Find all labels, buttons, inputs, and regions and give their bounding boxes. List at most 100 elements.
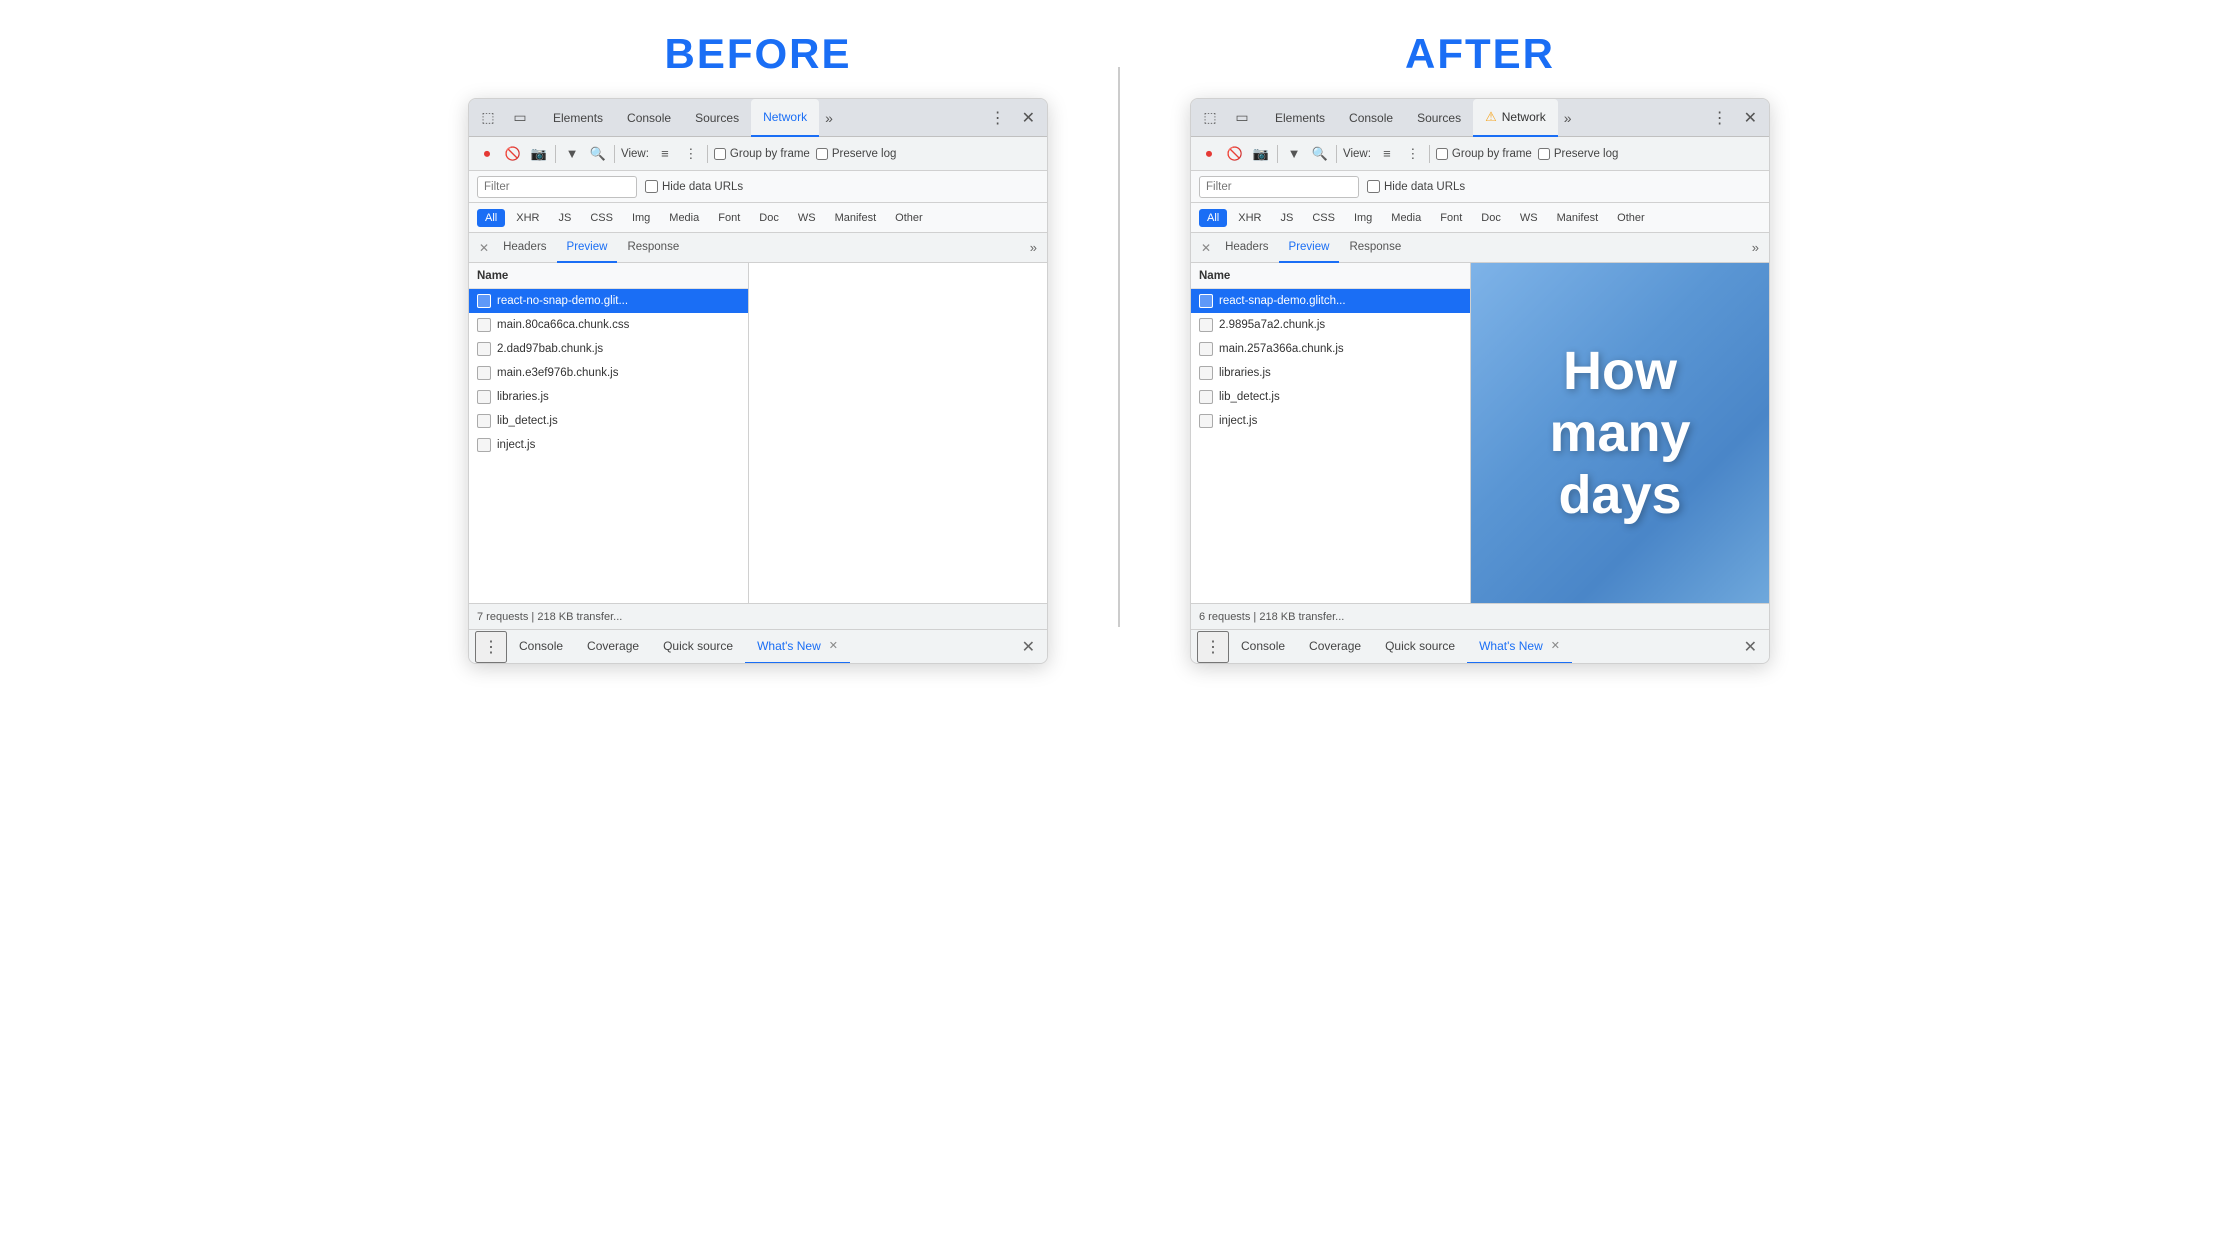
- after-file-item-5[interactable]: inject.js: [1191, 409, 1470, 433]
- after-tab-console[interactable]: Console: [1337, 99, 1405, 137]
- filter-media[interactable]: Media: [661, 209, 707, 227]
- after-hide-data-urls-checkbox[interactable]: [1367, 180, 1380, 193]
- after-device-icon[interactable]: ▭: [1229, 105, 1255, 131]
- filter-xhr[interactable]: XHR: [508, 209, 547, 227]
- file-item-3[interactable]: main.e3ef976b.chunk.js: [469, 361, 748, 385]
- filter-button[interactable]: ▼: [562, 144, 582, 164]
- after-bottom-tab-whats-new[interactable]: What's New ✕: [1467, 630, 1572, 664]
- hide-data-urls-checkbox[interactable]: [645, 180, 658, 193]
- after-filter-ws[interactable]: WS: [1512, 209, 1546, 227]
- bottom-tab-close-x[interactable]: ✕: [829, 639, 838, 652]
- after-tab-elements[interactable]: Elements: [1263, 99, 1337, 137]
- device-icon[interactable]: ▭: [507, 105, 533, 131]
- after-tree-view-btn[interactable]: ⋮: [1403, 144, 1423, 164]
- devtools-bottom-close[interactable]: ✕: [1016, 637, 1041, 657]
- after-filter-manifest[interactable]: Manifest: [1549, 209, 1607, 227]
- record-button[interactable]: ⏺: [477, 144, 497, 164]
- file-item-6[interactable]: inject.js: [469, 433, 748, 457]
- bottom-tab-console[interactable]: Console: [507, 630, 575, 664]
- after-filter-js[interactable]: JS: [1272, 209, 1301, 227]
- tab-headers[interactable]: Headers: [493, 233, 556, 263]
- tree-view-btn[interactable]: ⋮: [681, 144, 701, 164]
- file-item-1[interactable]: main.80ca66ca.chunk.css: [469, 313, 748, 337]
- after-filter-button[interactable]: ▼: [1284, 144, 1304, 164]
- after-tab-overflow-btn[interactable]: »: [1558, 106, 1578, 130]
- filter-manifest[interactable]: Manifest: [827, 209, 885, 227]
- after-file-item-0[interactable]: react-snap-demo.glitch...: [1191, 289, 1470, 313]
- filter-doc[interactable]: Doc: [751, 209, 787, 227]
- devtools-close-btn[interactable]: ✕: [1016, 106, 1041, 130]
- after-filter-css[interactable]: CSS: [1304, 209, 1343, 227]
- list-view-btn[interactable]: ≡: [655, 144, 675, 164]
- devtools-more-btn[interactable]: ⋮: [984, 106, 1012, 130]
- tab-preview[interactable]: Preview: [557, 233, 618, 263]
- after-inspect-icon[interactable]: ⬚: [1197, 105, 1223, 131]
- after-filter-other[interactable]: Other: [1609, 209, 1653, 227]
- panel-tab-close[interactable]: ✕: [475, 241, 493, 255]
- inspect-icon[interactable]: ⬚: [475, 105, 501, 131]
- filter-js[interactable]: JS: [550, 209, 579, 227]
- panel-tab-more[interactable]: »: [1026, 240, 1041, 255]
- filter-input[interactable]: [477, 176, 637, 198]
- after-bottom-more-btn[interactable]: ⋮: [1197, 631, 1229, 663]
- after-panel-tab-more[interactable]: »: [1748, 240, 1763, 255]
- after-filter-font[interactable]: Font: [1432, 209, 1470, 227]
- bottom-tab-coverage[interactable]: Coverage: [575, 630, 651, 664]
- bottom-tab-whats-new[interactable]: What's New ✕: [745, 630, 850, 664]
- after-filter-xhr[interactable]: XHR: [1230, 209, 1269, 227]
- after-devtools-more-btn[interactable]: ⋮: [1706, 106, 1734, 130]
- filter-all[interactable]: All: [477, 209, 505, 227]
- tab-response[interactable]: Response: [617, 233, 689, 263]
- after-stop-button[interactable]: 🚫: [1225, 144, 1245, 164]
- after-tab-headers[interactable]: Headers: [1215, 233, 1278, 263]
- after-search-button[interactable]: 🔍: [1310, 144, 1330, 164]
- after-group-by-frame-checkbox[interactable]: [1436, 148, 1448, 160]
- after-file-item-2[interactable]: main.257a366a.chunk.js: [1191, 337, 1470, 361]
- file-item-5[interactable]: lib_detect.js: [469, 409, 748, 433]
- after-list-view-btn[interactable]: ≡: [1377, 144, 1397, 164]
- after-tab-network[interactable]: ⚠ Network: [1473, 99, 1558, 137]
- filter-img[interactable]: Img: [624, 209, 658, 227]
- after-bottom-tab-coverage[interactable]: Coverage: [1297, 630, 1373, 664]
- filter-ws[interactable]: WS: [790, 209, 824, 227]
- after-file-item-1[interactable]: 2.9895a7a2.chunk.js: [1191, 313, 1470, 337]
- after-file-item-3[interactable]: libraries.js: [1191, 361, 1470, 385]
- tab-elements[interactable]: Elements: [541, 99, 615, 137]
- after-bottom-tab-console[interactable]: Console: [1229, 630, 1297, 664]
- after-devtools-bottom-close[interactable]: ✕: [1738, 637, 1763, 657]
- group-by-frame-checkbox[interactable]: [714, 148, 726, 160]
- tab-sources[interactable]: Sources: [683, 99, 751, 137]
- tab-overflow-btn[interactable]: »: [819, 106, 839, 130]
- after-tab-response[interactable]: Response: [1339, 233, 1411, 263]
- after-tab-sources[interactable]: Sources: [1405, 99, 1473, 137]
- filter-css[interactable]: CSS: [582, 209, 621, 227]
- after-filter-input[interactable]: [1199, 176, 1359, 198]
- preserve-log-checkbox[interactable]: [816, 148, 828, 160]
- file-item-4[interactable]: libraries.js: [469, 385, 748, 409]
- after-record-button[interactable]: ⏺: [1199, 144, 1219, 164]
- camera-button[interactable]: 📷: [529, 144, 549, 164]
- after-bottom-tab-close-x[interactable]: ✕: [1551, 639, 1560, 652]
- after-camera-button[interactable]: 📷: [1251, 144, 1271, 164]
- tab-console[interactable]: Console: [615, 99, 683, 137]
- after-filter-all[interactable]: All: [1199, 209, 1227, 227]
- filter-font[interactable]: Font: [710, 209, 748, 227]
- file-item-0[interactable]: react-no-snap-demo.glit...: [469, 289, 748, 313]
- bottom-more-btn[interactable]: ⋮: [475, 631, 507, 663]
- after-panel-tab-close[interactable]: ✕: [1197, 241, 1215, 255]
- after-preserve-log-checkbox[interactable]: [1538, 148, 1550, 160]
- before-label: BEFORE: [664, 30, 851, 78]
- after-filter-img[interactable]: Img: [1346, 209, 1380, 227]
- bottom-tab-quick-source[interactable]: Quick source: [651, 630, 745, 664]
- after-bottom-tab-quick-source[interactable]: Quick source: [1373, 630, 1467, 664]
- after-filter-doc[interactable]: Doc: [1473, 209, 1509, 227]
- filter-other[interactable]: Other: [887, 209, 931, 227]
- search-button[interactable]: 🔍: [588, 144, 608, 164]
- after-tab-preview[interactable]: Preview: [1279, 233, 1340, 263]
- after-devtools-close-btn[interactable]: ✕: [1738, 106, 1763, 130]
- tab-network[interactable]: Network: [751, 99, 819, 137]
- after-filter-media[interactable]: Media: [1383, 209, 1429, 227]
- stop-button[interactable]: 🚫: [503, 144, 523, 164]
- after-file-item-4[interactable]: lib_detect.js: [1191, 385, 1470, 409]
- file-item-2[interactable]: 2.dad97bab.chunk.js: [469, 337, 748, 361]
